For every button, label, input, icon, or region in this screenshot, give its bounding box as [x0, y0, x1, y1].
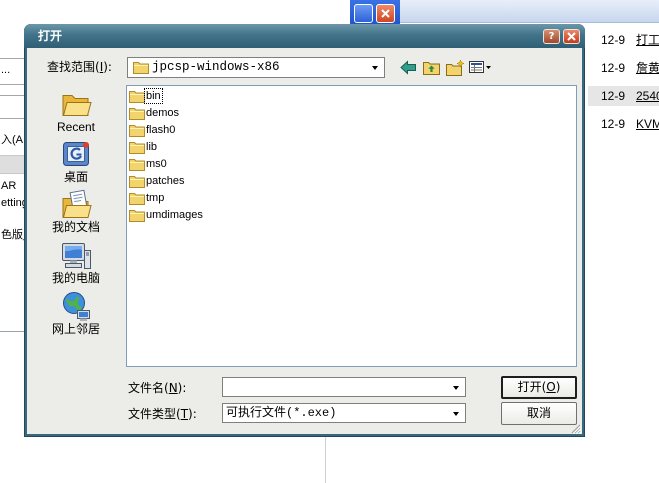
folder-item-tmp[interactable]: tmp: [129, 190, 349, 207]
background-divider: [325, 437, 326, 483]
folder-item-umdimages[interactable]: umdimages: [129, 207, 349, 224]
folder-icon: [129, 192, 145, 205]
row-title-link[interactable]: KVM: [636, 114, 659, 134]
folder-item-demos[interactable]: demos: [129, 105, 349, 122]
up-one-level-button[interactable]: [423, 60, 441, 78]
places-label: Recent: [56, 120, 96, 134]
background-close-button[interactable]: [376, 4, 395, 23]
up-folder-icon: [423, 62, 440, 75]
open-button[interactable]: 打开(O): [501, 376, 577, 399]
folder-item-patches[interactable]: patches: [129, 173, 349, 190]
background-field-text: ...: [1, 64, 11, 76]
file-name: umdimages: [146, 209, 203, 221]
background-menu-fragment[interactable]: 入(A: [1, 134, 23, 147]
views-menu-icon: [469, 61, 491, 73]
background-list-row[interactable]: 12-9 詹黄: [588, 58, 659, 78]
folder-icon: [129, 90, 145, 103]
file-list[interactable]: bin demos flash0 lib ms0 patches tmp umd…: [126, 85, 577, 367]
folder-icon: [129, 158, 145, 171]
my-computer-icon: [62, 243, 91, 269]
background-list-fragment[interactable]: AR: [1, 180, 16, 193]
new-folder-icon: [446, 60, 465, 76]
folder-icon: [129, 107, 145, 120]
look-in-dropdown-button[interactable]: [368, 59, 383, 76]
look-in-label: 查找范围(I):: [47, 60, 112, 74]
row-date: 12-9: [601, 89, 626, 103]
file-name: ms0: [146, 158, 167, 170]
background-toolbar-band: [400, 0, 659, 23]
help-label: ?: [548, 31, 555, 42]
folder-item-lib[interactable]: lib: [129, 139, 349, 156]
chevron-down-icon: [453, 412, 459, 416]
close-icon: [567, 32, 576, 41]
background-list-row-highlighted[interactable]: 12-9 2540: [588, 86, 659, 106]
look-in-value: jpcsp-windows-x86: [152, 60, 280, 74]
places-item-my-computer[interactable]: 我的电脑: [44, 239, 108, 289]
places-label: 网上邻居: [51, 322, 100, 336]
row-title-link[interactable]: 2540: [636, 86, 659, 106]
file-name-combobox[interactable]: [222, 377, 466, 397]
back-button[interactable]: [400, 60, 418, 78]
network-places-icon: [63, 292, 90, 321]
folder-item-bin[interactable]: bin: [129, 88, 349, 105]
open-file-dialog: 打开 ? 查找范围(I): jpcsp-windows-x86 Recent 桌…: [24, 24, 585, 437]
views-menu-button[interactable]: [469, 60, 495, 78]
file-name: tmp: [146, 192, 165, 204]
recent-icon: [62, 95, 92, 116]
folder-icon: [129, 209, 145, 222]
my-documents-icon: [62, 189, 92, 218]
file-type-value: 可执行文件(*.exe): [226, 406, 337, 420]
new-folder-button[interactable]: [446, 60, 465, 78]
row-date: 12-9: [601, 33, 626, 47]
desktop-icon: [63, 142, 89, 166]
places-item-my-documents[interactable]: 我的文档: [44, 188, 108, 238]
file-name: bin: [144, 88, 163, 104]
chevron-down-icon: [372, 66, 378, 70]
file-name-dropdown-button[interactable]: [449, 379, 464, 395]
dialog-title: 打开: [38, 29, 63, 43]
help-button[interactable]: ?: [543, 29, 560, 44]
file-name: patches: [146, 175, 185, 187]
row-date: 12-9: [601, 61, 626, 75]
dialog-titlebar[interactable]: 打开 ?: [24, 24, 585, 48]
places-item-desktop[interactable]: 桌面: [44, 138, 108, 188]
dialog-body: 查找范围(I): jpcsp-windows-x86 Recent 桌面 我的文…: [27, 48, 582, 434]
file-type-label: 文件类型(T):: [128, 407, 197, 421]
row-title-link[interactable]: 詹黄: [636, 58, 659, 78]
file-type-combobox[interactable]: 可执行文件(*.exe): [222, 403, 466, 423]
background-maximize-button[interactable]: [354, 4, 373, 23]
background-list-row[interactable]: 12-9 打工: [588, 30, 659, 50]
chevron-down-icon: [453, 386, 459, 390]
back-arrow-icon: [400, 60, 416, 75]
places-item-network[interactable]: 网上邻居: [44, 290, 108, 340]
file-name: demos: [146, 107, 180, 119]
folder-icon: [133, 61, 149, 74]
folder-item-ms0[interactable]: ms0: [129, 156, 349, 173]
cancel-button[interactable]: 取消: [501, 402, 577, 425]
file-name: lib: [146, 141, 158, 153]
row-title-link[interactable]: 打工: [636, 30, 659, 50]
close-icon: [381, 9, 390, 18]
places-label: 桌面: [63, 170, 88, 184]
folder-item-flash0[interactable]: flash0: [129, 122, 349, 139]
folder-icon: [129, 141, 145, 154]
background-list-row[interactable]: 12-9 KVM: [588, 114, 659, 134]
background-window-controls: [350, 0, 400, 27]
resize-grip-icon[interactable]: [570, 423, 581, 434]
file-name-label: 文件名(N):: [128, 381, 187, 395]
close-button[interactable]: [563, 29, 580, 44]
folder-icon: [129, 175, 145, 188]
places-label: 我的文档: [51, 220, 100, 234]
file-type-dropdown-button[interactable]: [449, 405, 464, 421]
places-item-recent[interactable]: Recent: [44, 88, 108, 138]
places-label: 我的电脑: [51, 271, 100, 285]
folder-icon: [129, 124, 145, 137]
row-date: 12-9: [601, 117, 626, 131]
look-in-combobox[interactable]: jpcsp-windows-x86: [127, 57, 385, 78]
file-name-input[interactable]: [225, 379, 447, 395]
file-name: flash0: [146, 124, 176, 136]
